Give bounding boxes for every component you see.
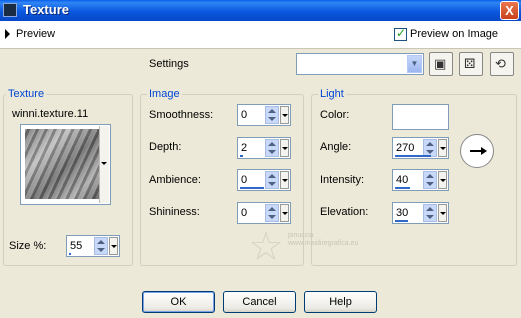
chevron-down-icon[interactable] — [99, 126, 109, 203]
elevation-label: Elevation: — [320, 206, 369, 218]
spin-arrows-icon[interactable] — [94, 237, 108, 255]
spin-menu-icon[interactable] — [280, 171, 289, 189]
settings-label: Settings — [149, 58, 189, 70]
settings-dropdown[interactable]: ▼ — [296, 53, 424, 75]
dice-icon: ⚄ — [464, 56, 476, 71]
shininess-value: 0 — [241, 207, 248, 219]
angle-slider[interactable] — [395, 155, 431, 157]
texture-swatch[interactable] — [20, 124, 111, 205]
depth-spinner[interactable]: 2 — [237, 137, 291, 159]
size-spinner[interactable]: 55 — [66, 235, 120, 257]
ambience-spinner[interactable]: 0 — [237, 169, 291, 191]
elevation-spinner[interactable]: 30 — [392, 202, 449, 224]
spin-menu-icon[interactable] — [109, 237, 118, 255]
star-icon: ☆ — [248, 225, 284, 269]
watermark-line2: www.maidiregrafica.eu — [288, 240, 359, 247]
reset-icon: ⟲ — [495, 56, 506, 71]
checkmark-icon: ✓ — [396, 26, 407, 40]
expand-arrow-icon[interactable] — [5, 29, 10, 39]
ambience-value: 0 — [241, 174, 248, 186]
app-icon — [3, 3, 17, 17]
depth-value: 2 — [241, 142, 248, 154]
size-value: 55 — [70, 240, 83, 252]
spin-arrows-icon[interactable] — [423, 171, 437, 189]
elevation-value: 30 — [396, 207, 409, 219]
watermark-line1: pinuccia — [288, 232, 314, 239]
preview-label[interactable]: Preview — [16, 28, 55, 40]
spin-arrows-icon[interactable] — [423, 204, 437, 222]
randomize-button[interactable]: ⚄ — [459, 52, 483, 76]
spin-menu-icon[interactable] — [438, 204, 447, 222]
spin-menu-icon[interactable] — [438, 139, 447, 157]
help-button[interactable]: Help — [304, 291, 377, 313]
save-preset-button[interactable]: ▣ — [429, 52, 453, 76]
close-button[interactable]: X — [500, 1, 519, 20]
spin-menu-icon[interactable] — [438, 171, 447, 189]
color-label: Color: — [320, 109, 350, 121]
intensity-value: 40 — [396, 174, 409, 186]
title-bar: Texture X — [0, 0, 521, 21]
spin-arrows-icon[interactable] — [265, 204, 279, 222]
spin-menu-icon[interactable] — [280, 204, 289, 222]
size-slider[interactable] — [69, 253, 71, 255]
angle-value: 270 — [396, 142, 415, 154]
shininess-label: Shininess: — [149, 206, 200, 218]
ambience-label: Ambience: — [149, 174, 201, 186]
texture-name: winni.texture.11 — [12, 108, 89, 120]
ok-button[interactable]: OK — [142, 291, 215, 313]
cancel-button[interactable]: Cancel — [223, 291, 296, 313]
image-group-title: Image — [147, 88, 182, 100]
spin-menu-icon[interactable] — [280, 106, 289, 124]
spin-arrows-icon[interactable] — [265, 139, 279, 157]
angle-dial[interactable] — [460, 134, 494, 168]
spin-arrows-icon[interactable] — [265, 171, 279, 189]
intensity-spinner[interactable]: 40 — [392, 169, 449, 191]
spin-menu-icon[interactable] — [280, 139, 289, 157]
smoothness-label: Smoothness: — [149, 109, 214, 121]
elevation-slider[interactable] — [395, 220, 408, 222]
light-color-swatch[interactable] — [392, 104, 449, 130]
shininess-spinner[interactable]: 0 — [237, 202, 291, 224]
depth-slider[interactable] — [240, 155, 243, 157]
light-group-title: Light — [318, 88, 346, 100]
angle-spinner[interactable]: 270 — [392, 137, 449, 159]
preview-bar: Preview ✓ Preview on Image — [0, 21, 521, 49]
intensity-label: Intensity: — [320, 174, 365, 186]
preview-on-image-checkbox[interactable]: ✓ — [394, 26, 407, 41]
intensity-slider[interactable] — [395, 187, 410, 189]
smoothness-spinner[interactable]: 0 — [237, 104, 291, 126]
smoothness-value: 0 — [241, 109, 248, 121]
depth-label: Depth: — [149, 141, 182, 153]
reset-button[interactable]: ⟲ — [490, 52, 514, 76]
window-title: Texture — [23, 2, 69, 17]
chevron-down-icon[interactable]: ▼ — [407, 55, 422, 73]
preview-on-image-label[interactable]: Preview on Image — [410, 28, 498, 40]
ambience-slider[interactable] — [240, 187, 264, 189]
texture-preview-image — [25, 129, 100, 199]
spin-arrows-icon[interactable] — [265, 106, 279, 124]
angle-label: Angle: — [320, 141, 352, 153]
texture-group-title: Texture — [6, 88, 47, 100]
save-icon: ▣ — [434, 56, 447, 71]
size-label: Size %: — [9, 240, 47, 252]
